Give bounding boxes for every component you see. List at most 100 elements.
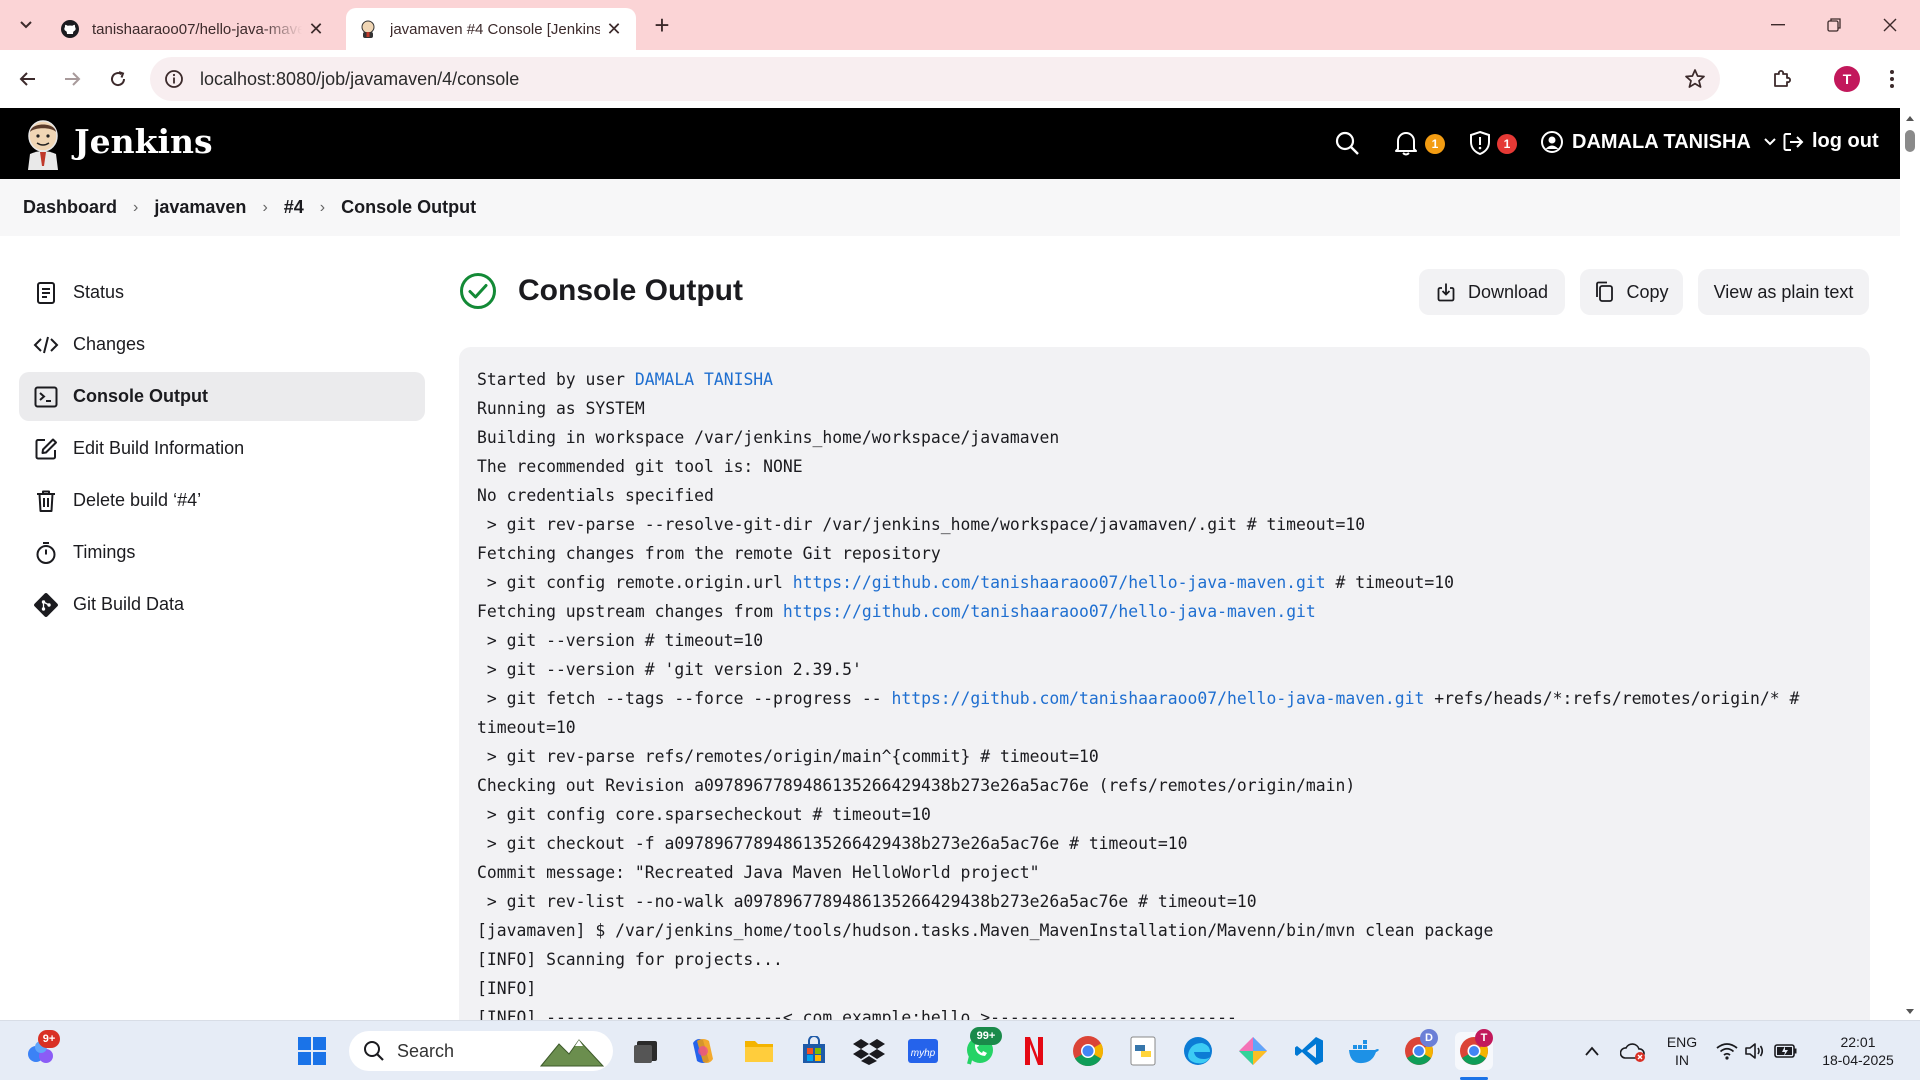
taskbar-chrome[interactable]: [1069, 1032, 1107, 1070]
taskbar-task-view[interactable]: [627, 1032, 665, 1070]
shield-icon[interactable]: [1468, 130, 1492, 156]
battery-charging-icon[interactable]: [1774, 1043, 1798, 1059]
console-text: > git config remote.origin.url: [477, 573, 793, 592]
close-window-button[interactable]: [1862, 0, 1918, 50]
chevron-right-icon: ›: [319, 198, 326, 216]
copy-label: Copy: [1626, 281, 1669, 302]
breadcrumb-job[interactable]: javamaven: [154, 197, 246, 218]
tab-close-icon[interactable]: ✕: [302, 15, 330, 43]
close-icon: [1883, 18, 1897, 32]
view-plain-text-button[interactable]: View as plain text: [1698, 269, 1869, 315]
more-vertical-icon: [1890, 70, 1894, 88]
taskbar-edge[interactable]: [1179, 1032, 1217, 1070]
extensions-button[interactable]: [1766, 63, 1798, 95]
back-button[interactable]: [12, 63, 44, 95]
breadcrumb-dashboard[interactable]: Dashboard: [23, 197, 117, 218]
tab-search-button[interactable]: [12, 11, 40, 39]
onedrive-offline-icon[interactable]: [1620, 1041, 1646, 1063]
restore-button[interactable]: [1806, 0, 1862, 50]
success-check-icon: [460, 273, 496, 309]
tab-close-icon[interactable]: ✕: [600, 15, 628, 43]
sidebar-item-console-output[interactable]: Console Output: [19, 372, 425, 421]
clock[interactable]: 22:01 18-04-2025: [1808, 1033, 1908, 1069]
taskbar-docker[interactable]: [1345, 1032, 1383, 1070]
page-scrollbar[interactable]: [1900, 108, 1920, 1020]
stopwatch-icon: [36, 541, 56, 564]
console-line: [INFO]: [477, 974, 1852, 1003]
new-tab-button[interactable]: +: [648, 10, 676, 40]
volume-icon[interactable]: [1744, 1042, 1764, 1060]
chevron-up-icon[interactable]: [1584, 1045, 1600, 1057]
console-line: > git --version # 'git version 2.39.5': [477, 655, 1852, 684]
console-line: Building in workspace /var/jenkins_home/…: [477, 423, 1852, 452]
arrow-left-icon: [19, 72, 35, 86]
taskbar-vscode[interactable]: [1290, 1032, 1328, 1070]
forward-button[interactable]: [56, 63, 88, 95]
svg-text:myhp: myhp: [911, 1048, 936, 1059]
language-region: IN: [1675, 1052, 1689, 1068]
widgets-badge: 9+: [38, 1030, 60, 1048]
scroll-down-icon[interactable]: [1905, 1008, 1915, 1016]
wifi-icon[interactable]: [1716, 1042, 1738, 1060]
sidebar-item-label: Changes: [73, 334, 146, 354]
sidebar-item-status[interactable]: Status: [19, 268, 425, 317]
sidebar-item-changes[interactable]: Changes: [19, 320, 425, 369]
taskbar-copilot[interactable]: [684, 1032, 722, 1070]
tab-github[interactable]: tanishaaraoo07/hello-java-maven ✕: [48, 8, 338, 50]
taskbar-file-explorer[interactable]: [740, 1032, 778, 1070]
copy-button[interactable]: Copy: [1580, 269, 1683, 315]
taskbar-netflix[interactable]: [1015, 1032, 1053, 1070]
sidebar-item-git-build-data[interactable]: Git Build Data: [19, 580, 425, 629]
breadcrumb-build[interactable]: #4: [284, 197, 304, 218]
console-line: > git config core.sparsecheckout # timeo…: [477, 800, 1852, 829]
chrome-icon: [1073, 1036, 1104, 1067]
windows-start-icon: [298, 1037, 326, 1065]
start-button[interactable]: [293, 1032, 331, 1070]
console-link[interactable]: https://github.com/tanishaaraoo07/hello-…: [891, 689, 1424, 708]
chevron-right-icon: ›: [262, 198, 268, 216]
site-info-icon[interactable]: [164, 69, 184, 89]
console-link[interactable]: https://github.com/tanishaaraoo07/hello-…: [793, 573, 1326, 592]
console-link[interactable]: https://github.com/tanishaaraoo07/hello-…: [783, 602, 1316, 621]
console-link[interactable]: DAMALA TANISHA: [635, 370, 773, 389]
user-menu[interactable]: DAMALA TANISHA: [1540, 130, 1777, 154]
console-text: The recommended git tool is: NONE: [477, 457, 803, 476]
tab-title: javamaven #4 Console [Jenkins]: [390, 20, 600, 38]
taskbar-dropbox[interactable]: [850, 1032, 888, 1070]
taskbar-store[interactable]: [795, 1032, 833, 1070]
language-indicator[interactable]: ENG IN: [1664, 1033, 1700, 1069]
profile-avatar[interactable]: T: [1834, 66, 1860, 92]
minimize-button[interactable]: [1750, 0, 1806, 50]
taskbar-gemini-app[interactable]: [1234, 1032, 1272, 1070]
bookmark-star-icon[interactable]: [1684, 68, 1706, 90]
jenkins-logo-icon[interactable]: [22, 118, 64, 170]
restore-icon: [1827, 18, 1841, 32]
folder-icon: [745, 1041, 773, 1062]
scrollbar-thumb[interactable]: [1905, 130, 1915, 152]
jenkins-header: Jenkins 1 1 DAMALA TANISHA log out: [0, 108, 1900, 179]
console-text: > git checkout -f a097896778948613526642…: [477, 834, 1188, 853]
breadcrumb-console-output[interactable]: Console Output: [341, 197, 476, 218]
reload-button[interactable]: [102, 63, 134, 95]
console-line: > git rev-list --no-walk a09789677894861…: [477, 887, 1852, 916]
taskbar-myhp[interactable]: myhp: [904, 1032, 942, 1070]
language-code: ENG: [1666, 1034, 1698, 1050]
logout-link[interactable]: log out: [1782, 130, 1879, 153]
address-bar[interactable]: localhost:8080/job/javamaven/4/console: [150, 57, 1720, 101]
view-plain-text-label: View as plain text: [1713, 281, 1854, 302]
console-line: [javamaven] $ /var/jenkins_home/tools/hu…: [477, 916, 1852, 945]
sidebar-item-delete-build[interactable]: Delete build ‘#4’: [19, 476, 425, 525]
browser-menu-button[interactable]: [1876, 63, 1908, 95]
sidebar-item-edit-build-information[interactable]: Edit Build Information: [19, 424, 425, 473]
reload-icon: [111, 71, 126, 87]
taskbar-python-app[interactable]: [1124, 1032, 1162, 1070]
scroll-up-icon[interactable]: [1905, 114, 1915, 122]
taskbar-search[interactable]: Search: [349, 1031, 613, 1071]
bell-icon[interactable]: [1394, 130, 1418, 156]
download-button[interactable]: Download: [1419, 269, 1565, 315]
search-icon[interactable]: [1334, 130, 1360, 156]
netflix-icon: [1025, 1037, 1043, 1065]
jenkins-brand[interactable]: Jenkins: [74, 122, 213, 161]
tab-jenkins-console[interactable]: javamaven #4 Console [Jenkins] ✕: [346, 8, 636, 50]
sidebar-item-timings[interactable]: Timings: [19, 528, 425, 577]
